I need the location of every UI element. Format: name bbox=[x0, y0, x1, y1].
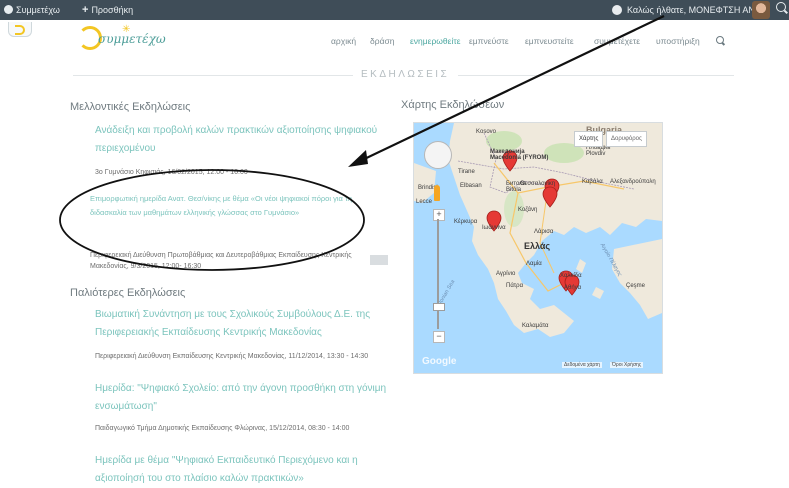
arrowhead-icon bbox=[348, 150, 368, 167]
annotation-overlay bbox=[59, 15, 665, 271]
annotation-arrow bbox=[355, 15, 665, 164]
highlight-ellipse bbox=[59, 169, 365, 271]
